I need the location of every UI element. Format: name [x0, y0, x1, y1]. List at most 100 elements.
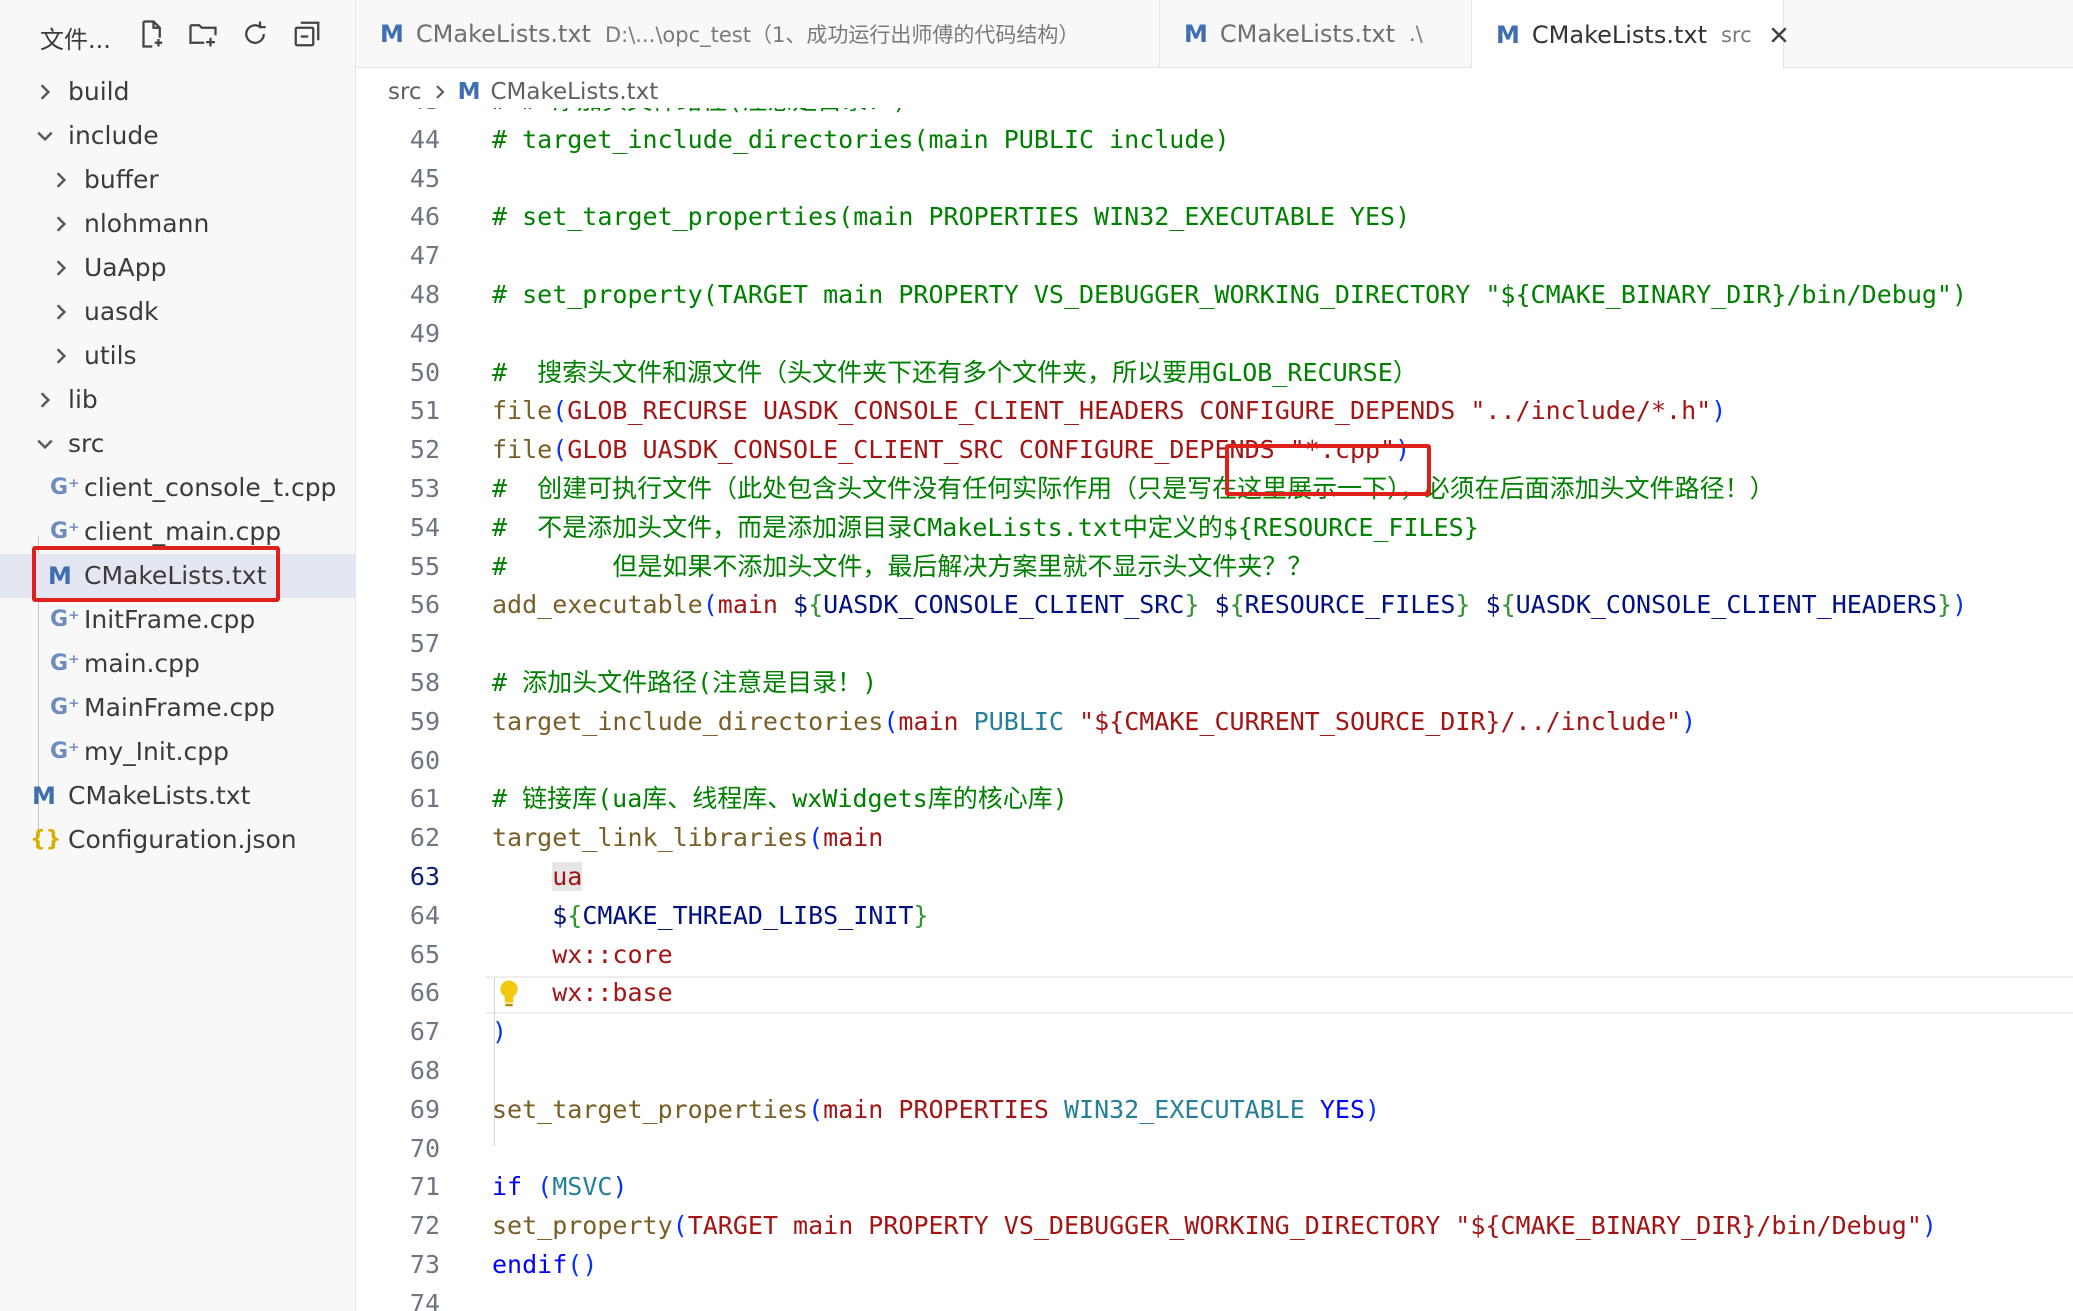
- code-token: }: [1937, 590, 1953, 620]
- code-line[interactable]: 46 # set_target_properties(main PROPERTIE…: [356, 198, 2073, 236]
- tree-item-configuration-json[interactable]: {} Configuration.json: [0, 818, 356, 862]
- code-line[interactable]: 51 file(GLOB_RECURSE UASDK_CONSOLE_CLIENT…: [356, 392, 2073, 430]
- tree-item-nlohmann[interactable]: nlohmann: [0, 202, 356, 246]
- code-line[interactable]: 68: [356, 1052, 2073, 1090]
- new-folder-button[interactable]: [182, 14, 224, 54]
- code-line[interactable]: 66 wx::base: [356, 974, 2073, 1012]
- code-text: # 搜索头文件和源文件（头文件夹下还有多个文件夹，所以要用GLOB_RECURS…: [492, 354, 1418, 392]
- code-line[interactable]: 57: [356, 625, 2073, 663]
- code-token: }: [913, 900, 929, 930]
- code-token: # 创建可执行文件（此处包含头文件没有任何实际作用（只是写在这里展示一下），必须…: [492, 474, 1775, 503]
- breadcrumb-folder[interactable]: src: [388, 79, 422, 105]
- tree-item-label: InitFrame.cpp: [84, 605, 256, 634]
- chevron-right-icon: [50, 158, 72, 202]
- tab-cmakelists-src[interactable]: M CMakeLists.txt src: [1472, 0, 1787, 69]
- tab-close-button[interactable]: [1770, 23, 1788, 47]
- code-line[interactable]: 74: [356, 1285, 2073, 1311]
- code-line[interactable]: 44 # target_include_directories(main PUBL…: [356, 121, 2073, 159]
- code-line[interactable]: 58 # 添加头文件路径(注意是目录！): [356, 664, 2073, 702]
- tree-item-label: build: [68, 77, 130, 106]
- editor-tabs: M CMakeLists.txt D:\...\opc_test（1、成功运行出…: [356, 0, 2073, 69]
- code-token: $: [552, 900, 568, 930]
- code-line[interactable]: 50 # 搜索头文件和源文件（头文件夹下还有多个文件夹，所以要用GLOB_RECU…: [356, 354, 2073, 392]
- code-line[interactable]: 43 # # 添加头文件路径(注意是目录！): [356, 108, 2073, 120]
- code-line[interactable]: 67): [356, 1013, 2073, 1051]
- code-token: (: [672, 1211, 688, 1241]
- code-text: # 添加头文件路径(注意是目录！): [492, 664, 877, 702]
- tree-item-main-cpp[interactable]: G⁺ main.cpp: [0, 642, 356, 686]
- tree-item-label: nlohmann: [84, 209, 210, 238]
- line-number: 58: [409, 668, 440, 697]
- code-token: endif: [492, 1250, 568, 1279]
- code-token: (: [537, 1172, 553, 1202]
- code-token: target_link_libraries: [492, 823, 809, 853]
- line-number: 68: [409, 1056, 440, 1085]
- code-line[interactable]: 64 ${CMAKE_THREAD_LIBS_INIT}: [356, 897, 2073, 935]
- code-line[interactable]: 62 target_link_libraries(main: [356, 819, 2073, 857]
- code-line[interactable]: 71 if (MSVC): [356, 1168, 2073, 1206]
- line-number: 50: [409, 357, 440, 387]
- code-token: $: [1214, 590, 1230, 620]
- tree-item-utils[interactable]: utils: [0, 334, 356, 378]
- code-line[interactable]: 47: [356, 237, 2073, 275]
- tree-item-lib[interactable]: lib: [0, 378, 356, 422]
- code-line[interactable]: 65 wx::core: [356, 936, 2073, 974]
- tree-item-client-console-t-cpp[interactable]: G⁺ client_console_t.cpp: [0, 466, 356, 510]
- code-line[interactable]: 73 endif(): [356, 1246, 2073, 1284]
- code-line[interactable]: 69 set_target_properties(main PROPERTIES …: [356, 1091, 2073, 1129]
- code-line[interactable]: 59 target_include_directories(main PUBLIC…: [356, 703, 2073, 741]
- tab-cmakelists-root[interactable]: M CMakeLists.txt .\: [1160, 0, 1472, 68]
- code-token: UASDK_CONSOLE_CLIENT_HEADERS: [1515, 590, 1938, 620]
- code-line[interactable]: 49: [356, 315, 2073, 353]
- code-line[interactable]: 48 # set_property(TARGET main PROPERTY VS…: [356, 276, 2073, 314]
- tree-item-build[interactable]: build: [0, 70, 356, 114]
- tree-item-root-cmakelists[interactable]: M CMakeLists.txt: [0, 774, 356, 818]
- code-token: $: [793, 590, 809, 620]
- code-token: }: [1455, 590, 1471, 620]
- code-line[interactable]: 63 ua: [356, 858, 2073, 896]
- code-line[interactable]: 54 # 不是添加头文件，而是添加源目录CMakeLists.txt中定义的${R…: [356, 509, 2073, 547]
- refresh-button[interactable]: [234, 14, 276, 54]
- tree-item-uaapp[interactable]: UaApp: [0, 246, 356, 290]
- code-line[interactable]: 45: [356, 160, 2073, 198]
- close-icon: [1771, 26, 1787, 43]
- code-line[interactable]: 55 # 但是如果不添加头文件，最后解决方案里就不显示头文件夹？？: [356, 548, 2073, 586]
- code-line[interactable]: 72 set_property(TARGET main PROPERTY VS_D…: [356, 1207, 2073, 1245]
- cmake-file-icon: M: [1184, 20, 1208, 48]
- tree-item-initframe-cpp[interactable]: G⁺ InitFrame.cpp: [0, 598, 356, 642]
- code-line[interactable]: 60: [356, 742, 2073, 780]
- code-token: set_target_properties: [492, 1094, 809, 1124]
- code-token: ua: [552, 862, 583, 891]
- tree-item-label: main.cpp: [84, 649, 200, 678]
- tree-item-mainframe-cpp[interactable]: G⁺ MainFrame.cpp: [0, 686, 356, 730]
- tree-item-label: Configuration.json: [68, 825, 297, 854]
- cpp-file-icon: G⁺: [50, 607, 80, 632]
- breadcrumb-file[interactable]: CMakeLists.txt: [490, 79, 658, 105]
- tree-item-buffer[interactable]: buffer: [0, 158, 356, 202]
- tree-item-uasdk[interactable]: uasdk: [0, 290, 356, 334]
- code-line[interactable]: 53 # 创建可执行文件（此处包含头文件没有任何实际作用（只是写在这里展示一下），…: [356, 470, 2073, 508]
- code-line[interactable]: 52 file(GLOB UASDK_CONSOLE_CLIENT_SRC CON…: [356, 431, 2073, 469]
- collapse-all-icon: [294, 21, 320, 47]
- tree-item-my-init-cpp[interactable]: G⁺ my_Init.cpp: [0, 730, 356, 774]
- lightbulb-icon[interactable]: [496, 978, 522, 1010]
- collapse-all-button[interactable]: [286, 14, 328, 54]
- line-number: 59: [409, 706, 440, 736]
- tree-item-src[interactable]: src: [0, 422, 356, 466]
- code-line[interactable]: 70: [356, 1130, 2073, 1168]
- highlight-box-cmakelists: [32, 546, 280, 602]
- tab-description: .\: [1408, 22, 1423, 46]
- code-token: # # 添加头文件路径(注意是目录！): [492, 108, 907, 115]
- code-line[interactable]: 61 # 链接库(ua库、线程库、wxWidgets库的核心库): [356, 780, 2073, 818]
- tab-cmakelists-opc-test[interactable]: M CMakeLists.txt D:\...\opc_test（1、成功运行出…: [356, 0, 1160, 68]
- new-file-button[interactable]: [130, 14, 172, 54]
- code-token: wx::core: [552, 939, 673, 969]
- code-editor[interactable]: 43 # # 添加头文件路径(注意是目录！) 44 # target_include_…: [356, 108, 2073, 1311]
- chevron-down-icon: [34, 422, 56, 466]
- code-line[interactable]: 56 add_executable(main ${UASDK_CONSOLE_CL…: [356, 586, 2073, 624]
- tree-item-include[interactable]: include: [0, 114, 356, 158]
- line-number: 54: [409, 512, 440, 542]
- code-token: add_executable: [492, 590, 703, 620]
